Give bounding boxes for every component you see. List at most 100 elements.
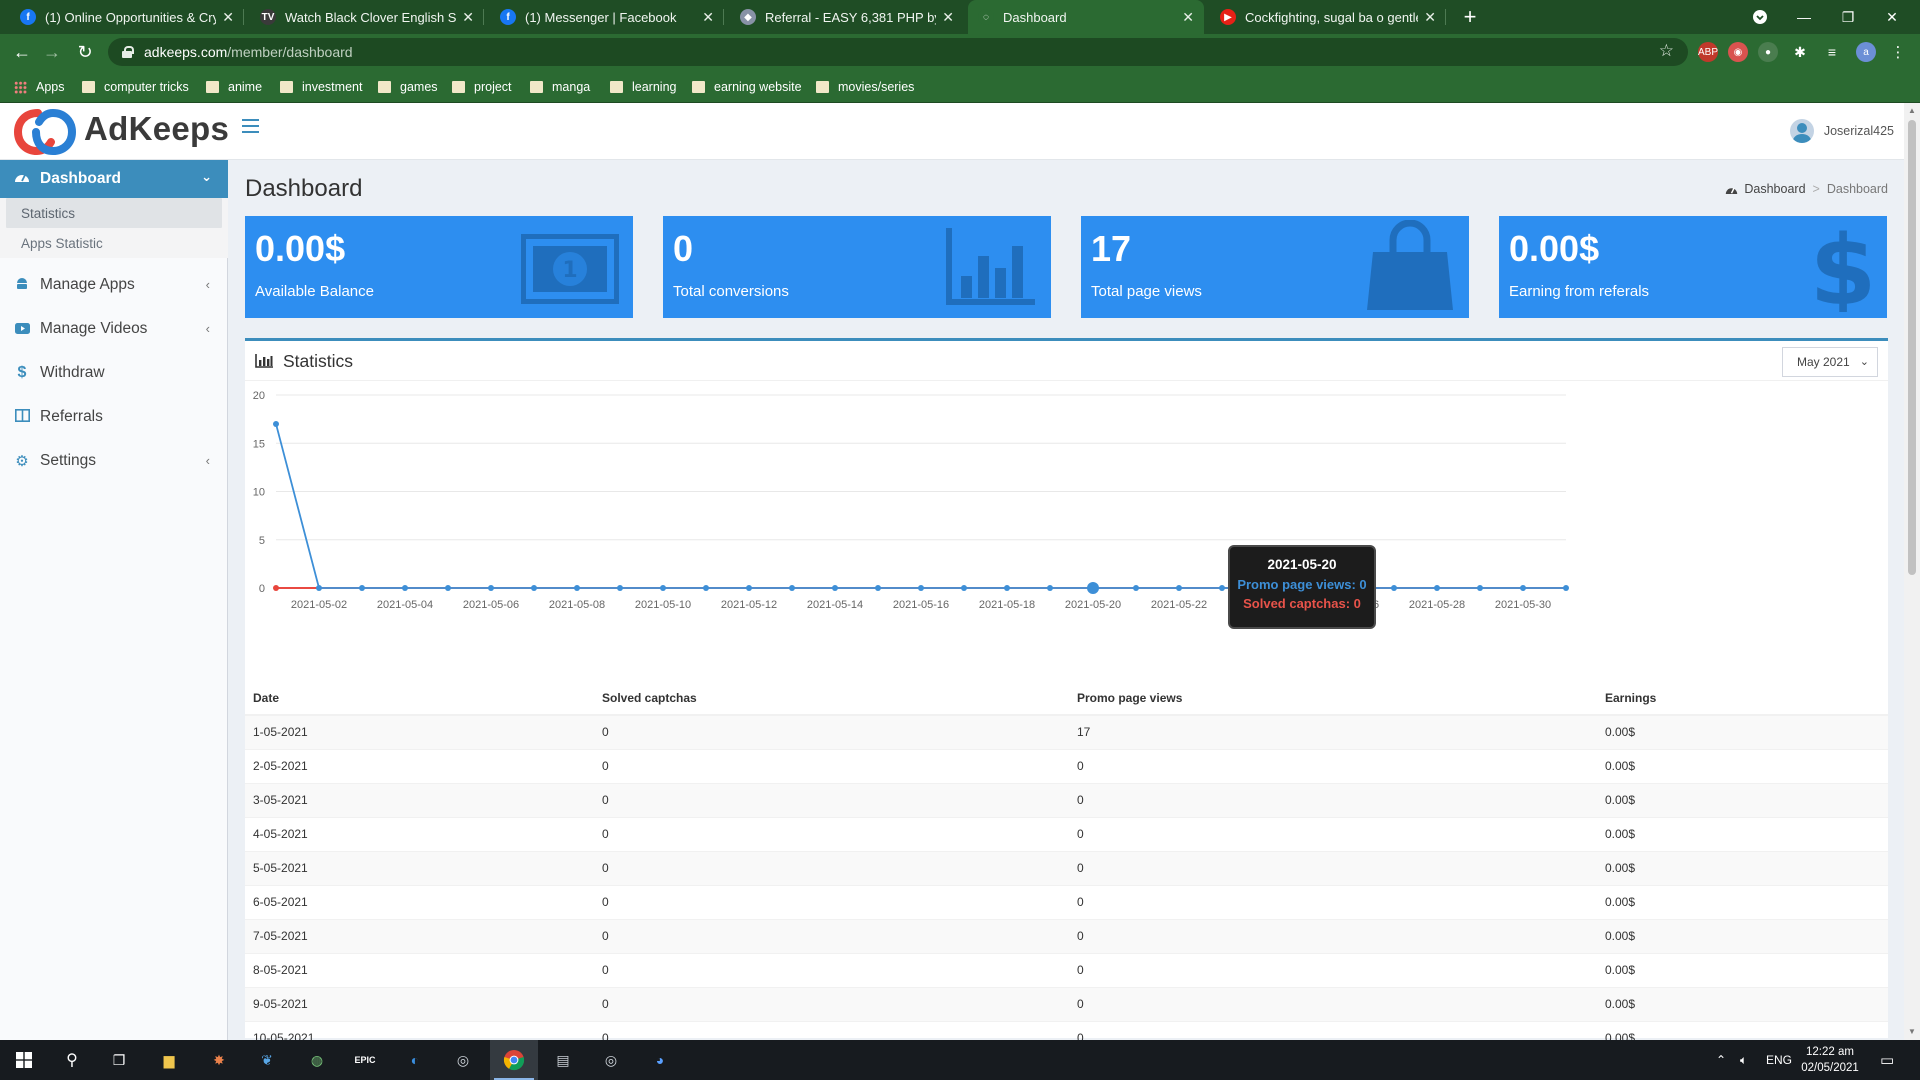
- month-select[interactable]: May 2021 ⌄: [1782, 347, 1878, 377]
- scrollbar-thumb[interactable]: [1908, 120, 1916, 575]
- page-scrollbar[interactable]: ▲ ▼: [1904, 103, 1920, 1040]
- sidebar-item-referrals[interactable]: Referrals: [0, 397, 228, 437]
- data-point[interactable]: [660, 585, 666, 591]
- windows-start-icon[interactable]: [12, 1048, 36, 1072]
- bookmark-folder[interactable]: computer tricks: [82, 78, 189, 96]
- data-point[interactable]: [617, 585, 623, 591]
- close-window-button[interactable]: ✕: [1870, 0, 1914, 34]
- data-point[interactable]: [359, 585, 365, 591]
- browser-tab[interactable]: TV Watch Black Clover English Subb ✕: [250, 0, 484, 34]
- bookmark-folder[interactable]: investment: [280, 78, 362, 96]
- data-point[interactable]: [961, 585, 967, 591]
- epic-games-icon[interactable]: EPIC: [353, 1048, 377, 1072]
- reading-list-icon[interactable]: ≡: [1822, 42, 1842, 62]
- close-tab-icon[interactable]: ✕: [1182, 9, 1194, 26]
- bird-app-icon[interactable]: ❦: [255, 1048, 279, 1072]
- browser-tab[interactable]: f (1) Messenger | Facebook ✕: [490, 0, 724, 34]
- adblock-extension-icon[interactable]: ABP: [1698, 42, 1718, 62]
- close-tab-icon[interactable]: ✕: [702, 9, 714, 26]
- extensions-puzzle-icon[interactable]: ✱: [1790, 42, 1810, 62]
- sidebar-item-withdraw[interactable]: $ Withdraw: [0, 353, 228, 393]
- scroll-up-icon[interactable]: ▲: [1908, 106, 1916, 115]
- user-menu[interactable]: Joserizal425: [1789, 119, 1894, 143]
- data-point[interactable]: [703, 585, 709, 591]
- bookmark-folder[interactable]: manga: [530, 78, 590, 96]
- breadcrumb-link[interactable]: Dashboard: [1744, 182, 1805, 196]
- data-point[interactable]: [1133, 585, 1139, 591]
- data-point[interactable]: [531, 585, 537, 591]
- sidebar-item-dashboard[interactable]: Dashboard ⌄: [0, 160, 228, 198]
- bookmark-folder[interactable]: earning website: [692, 78, 802, 96]
- data-point[interactable]: [1563, 585, 1569, 591]
- reload-icon[interactable]: ↻: [73, 41, 97, 63]
- data-point[interactable]: [273, 585, 279, 591]
- data-point[interactable]: [1047, 585, 1053, 591]
- vpn-extension-icon[interactable]: ●: [1758, 42, 1778, 62]
- globe-app-icon[interactable]: ◍: [305, 1048, 329, 1072]
- data-point[interactable]: [832, 585, 838, 591]
- tab-search-icon[interactable]: [1738, 0, 1782, 34]
- column-header-promo-views[interactable]: Promo page views: [1069, 681, 1597, 716]
- data-point[interactable]: [1219, 585, 1225, 591]
- close-tab-icon[interactable]: ✕: [1424, 9, 1436, 26]
- data-point[interactable]: [746, 585, 752, 591]
- profile-avatar[interactable]: a: [1856, 42, 1876, 62]
- data-point[interactable]: [789, 585, 795, 591]
- new-tab-button[interactable]: +: [1456, 3, 1484, 31]
- messenger-icon[interactable]: ◕: [648, 1048, 672, 1072]
- tray-chevron-icon[interactable]: ⌃: [1716, 1040, 1726, 1080]
- bookmark-folder[interactable]: learning: [610, 78, 676, 96]
- extension-icon[interactable]: ◉: [1728, 42, 1748, 62]
- bookmark-folder[interactable]: movies/series: [816, 78, 914, 96]
- scroll-down-icon[interactable]: ▼: [1908, 1027, 1916, 1036]
- forward-arrow-icon[interactable]: →: [40, 41, 64, 63]
- chrome-icon[interactable]: [502, 1048, 526, 1072]
- data-point[interactable]: [445, 585, 451, 591]
- sidebar-toggle-icon[interactable]: [242, 119, 259, 133]
- column-header-earnings[interactable]: Earnings: [1597, 681, 1888, 716]
- edge-icon[interactable]: ◐: [403, 1048, 427, 1072]
- browser-tab[interactable]: ◆ Referral - EASY 6,381 PHP by pro ✕: [730, 0, 964, 34]
- browser-tab[interactable]: ▶ Cockfighting, sugal ba o gentlem ✕: [1210, 0, 1446, 34]
- close-tab-icon[interactable]: ✕: [222, 9, 234, 26]
- task-view-icon[interactable]: ❐: [107, 1048, 131, 1072]
- browser-tab[interactable]: ◌ Dashboard ✕: [968, 0, 1204, 34]
- file-explorer-icon[interactable]: ▆: [157, 1048, 181, 1072]
- data-point[interactable]: [273, 420, 279, 427]
- data-point[interactable]: [918, 585, 924, 591]
- sidebar-subitem-apps-statistic[interactable]: Apps Statistic: [0, 228, 228, 258]
- data-point[interactable]: [1520, 585, 1526, 591]
- data-point[interactable]: [1176, 585, 1182, 591]
- bookmark-star-icon[interactable]: ☆: [1659, 41, 1674, 61]
- sidebar-subitem-statistics[interactable]: Statistics: [6, 198, 222, 228]
- data-point[interactable]: [875, 585, 881, 591]
- bookmark-folder[interactable]: anime: [206, 78, 262, 96]
- steam-icon[interactable]: ◎: [599, 1048, 623, 1072]
- volume-icon[interactable]: 🔈︎: [1740, 1040, 1747, 1080]
- browser-tab[interactable]: f (1) Online Opportunities & Crypt ✕: [10, 0, 244, 34]
- app-launcher-icon[interactable]: ✸: [207, 1048, 231, 1072]
- notification-icon[interactable]: ▭: [1880, 1040, 1894, 1080]
- column-header-captchas[interactable]: Solved captchas: [594, 681, 1069, 716]
- steam-icon[interactable]: ◎: [451, 1048, 475, 1072]
- bookmark-apps[interactable]: Apps: [14, 78, 65, 96]
- url-bar[interactable]: adkeeps.com/member/dashboard ☆: [108, 38, 1688, 66]
- data-point[interactable]: [316, 585, 322, 591]
- close-tab-icon[interactable]: ✕: [462, 9, 474, 26]
- data-point[interactable]: [402, 585, 408, 591]
- search-icon[interactable]: ⚲: [60, 1048, 84, 1072]
- close-tab-icon[interactable]: ✕: [942, 9, 954, 26]
- browser-menu-icon[interactable]: ⋮: [1888, 42, 1908, 62]
- data-point[interactable]: [1477, 585, 1483, 591]
- back-arrow-icon[interactable]: ←: [10, 41, 34, 63]
- data-point[interactable]: [574, 585, 580, 591]
- sidebar-item-settings[interactable]: ⚙ Settings ‹: [0, 441, 228, 481]
- bookmark-folder[interactable]: project: [452, 78, 512, 96]
- restore-button[interactable]: ❐: [1826, 0, 1870, 34]
- bookmark-folder[interactable]: games: [378, 78, 438, 96]
- data-point[interactable]: [1434, 585, 1440, 591]
- column-header-date[interactable]: Date: [245, 681, 594, 716]
- folder-app-icon[interactable]: ▤: [551, 1048, 575, 1072]
- data-point[interactable]: [1004, 585, 1010, 591]
- system-clock[interactable]: 12:22 am 02/05/2021: [1793, 1044, 1867, 1076]
